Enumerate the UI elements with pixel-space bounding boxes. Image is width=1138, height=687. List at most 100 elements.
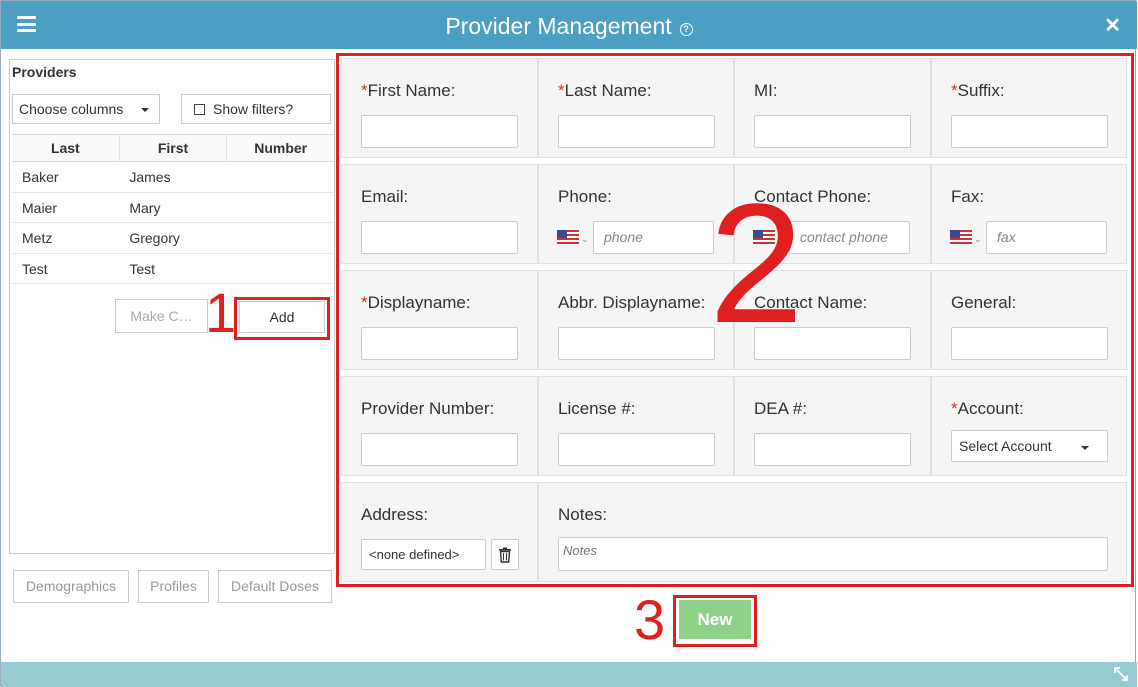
close-icon[interactable]: ✕ xyxy=(1104,13,1121,38)
dea-input[interactable] xyxy=(754,433,911,466)
contact-name-label: Contact Name: xyxy=(754,293,868,312)
last-name-label: *Last Name: xyxy=(558,81,652,101)
cell-number xyxy=(227,162,334,192)
resize-icon[interactable] xyxy=(1113,666,1129,682)
provider-number-label: Provider Number: xyxy=(361,399,495,418)
license-input[interactable] xyxy=(558,433,715,466)
new-button[interactable]: New xyxy=(679,600,751,639)
suffix-input[interactable] xyxy=(951,115,1108,148)
field-account: *Account: Select Account xyxy=(931,376,1127,476)
menu-icon[interactable] xyxy=(17,16,36,32)
us-flag-icon[interactable] xyxy=(753,230,775,245)
providers-title: Providers xyxy=(12,64,77,80)
cell-first: Test xyxy=(129,260,156,277)
delete-address-button[interactable] xyxy=(491,539,519,570)
cell-number xyxy=(227,223,334,253)
field-last-name: *Last Name: xyxy=(538,58,734,158)
cell-number xyxy=(227,254,334,284)
license-label: License #: xyxy=(558,399,636,418)
provider-management-window: Provider Management? ✕ Providers Choose … xyxy=(0,0,1137,687)
provider-number-input[interactable] xyxy=(361,433,518,466)
cell-last: Test xyxy=(22,260,48,277)
table-row[interactable]: Baker James xyxy=(12,162,334,193)
field-general: General: xyxy=(931,270,1127,370)
required-mark: * xyxy=(361,81,368,100)
required-mark: * xyxy=(558,81,565,100)
notes-input[interactable]: Notes xyxy=(558,537,1108,571)
address-label: Address: xyxy=(361,505,429,524)
annotation-number-3: 3 xyxy=(634,588,666,651)
account-label-text: Account: xyxy=(957,399,1024,418)
field-contact-phone: Contact Phone: ⌄ contact phone xyxy=(734,164,931,264)
required-mark: * xyxy=(951,399,958,418)
choose-columns-dropdown[interactable]: Choose columns xyxy=(12,94,160,124)
column-header-number[interactable]: Number xyxy=(227,135,334,161)
fax-label: Fax: xyxy=(951,187,985,206)
contact-phone-input[interactable]: contact phone xyxy=(789,221,910,254)
help-icon[interactable]: ? xyxy=(679,23,693,36)
email-input[interactable] xyxy=(361,221,518,254)
field-contact-name: Contact Name: xyxy=(734,270,931,370)
chevron-down-icon: ⌄ xyxy=(581,234,589,244)
displayname-label-text: Displayname: xyxy=(367,293,471,312)
show-filters-label: Show filters? xyxy=(213,101,294,117)
grid-header: Last First Number xyxy=(12,134,334,162)
default-doses-button[interactable]: Default Doses xyxy=(218,570,332,603)
general-input[interactable] xyxy=(951,327,1108,360)
fax-input[interactable]: fax xyxy=(986,221,1107,254)
first-name-label: *First Name: xyxy=(361,81,455,101)
field-license: License #: xyxy=(538,376,734,476)
table-row[interactable]: Test Test xyxy=(12,254,334,284)
notes-label: Notes: xyxy=(558,505,608,524)
mi-input[interactable] xyxy=(754,115,911,148)
chevron-down-icon: ⌄ xyxy=(974,234,982,244)
field-mi: MI: xyxy=(734,58,931,158)
required-mark: * xyxy=(361,293,368,312)
us-flag-icon[interactable] xyxy=(557,230,579,245)
last-name-input[interactable] xyxy=(558,115,715,148)
account-label: *Account: xyxy=(951,399,1024,419)
column-header-last[interactable]: Last xyxy=(12,135,120,161)
field-displayname: *Displayname: xyxy=(341,270,538,370)
providers-grid: Last First Number Baker James Maier Mary… xyxy=(12,134,334,284)
table-row[interactable]: Maier Mary xyxy=(12,193,334,223)
displayname-label: *Displayname: xyxy=(361,293,471,313)
field-phone: Phone: ⌄ phone xyxy=(538,164,734,264)
us-flag-icon[interactable] xyxy=(950,230,972,245)
first-name-input[interactable] xyxy=(361,115,518,148)
add-button[interactable]: Add xyxy=(239,301,325,333)
title-bar: Provider Management? ✕ xyxy=(1,1,1137,49)
show-filters-checkbox[interactable]: Show filters? xyxy=(181,94,331,124)
window-title: Provider Management? xyxy=(1,1,1137,49)
phone-label: Phone: xyxy=(558,187,612,206)
cell-number xyxy=(227,193,334,223)
contact-phone-label: Contact Phone: xyxy=(754,187,872,206)
table-row[interactable]: Metz Gregory xyxy=(12,223,334,254)
phone-input[interactable]: phone xyxy=(593,221,714,254)
choose-columns-label: Choose columns xyxy=(19,101,124,117)
field-dea: DEA #: xyxy=(734,376,931,476)
provider-form: *First Name: *Last Name: MI: *Suffix: Em… xyxy=(341,58,1131,582)
account-select-value: Select Account xyxy=(959,438,1052,454)
profiles-button[interactable]: Profiles xyxy=(138,570,209,603)
field-provider-number: Provider Number: xyxy=(341,376,538,476)
account-select[interactable]: Select Account xyxy=(951,430,1108,462)
make-copy-button[interactable]: Make C… xyxy=(115,299,208,333)
first-name-label-text: First Name: xyxy=(367,81,456,100)
chevron-down-icon xyxy=(1081,446,1089,450)
general-label: General: xyxy=(951,293,1017,312)
mi-label: MI: xyxy=(754,81,778,100)
address-input[interactable]: <none defined> xyxy=(361,539,486,570)
cell-last: Baker xyxy=(22,169,59,185)
displayname-input[interactable] xyxy=(361,327,518,360)
cell-last: Maier xyxy=(22,199,58,216)
column-header-first[interactable]: First xyxy=(120,135,228,161)
checkbox-icon xyxy=(194,104,205,115)
field-fax: Fax: ⌄ fax xyxy=(931,164,1127,264)
field-email: Email: xyxy=(341,164,538,264)
demographics-button[interactable]: Demographics xyxy=(13,570,129,603)
abbr-displayname-input[interactable] xyxy=(558,327,715,360)
field-notes: Notes: Notes xyxy=(538,482,1127,582)
cell-first: Gregory xyxy=(129,230,180,246)
contact-name-input[interactable] xyxy=(754,327,911,360)
